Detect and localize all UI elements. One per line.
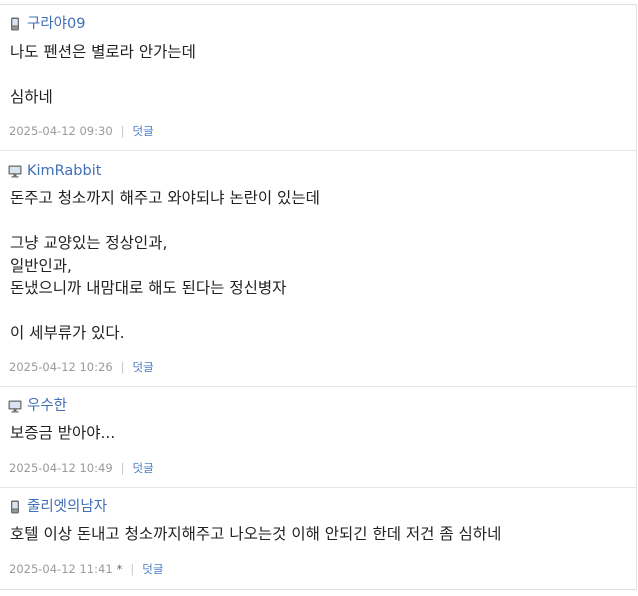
reply-link[interactable]: 덧글 — [142, 561, 163, 577]
meta-separator: | — [120, 360, 125, 374]
comment-meta: 2025-04-12 11:41 * | 덧글 — [9, 561, 163, 577]
comment-line: 호텔 이상 돈내고 청소까지해주고 나오는것 이해 안되긴 한데 저건 좀 심하… — [10, 525, 502, 543]
comment-timestamp: 2025-04-12 11:41 — [9, 562, 113, 576]
meta-separator: | — [120, 461, 125, 475]
edited-mark: * — [116, 562, 123, 576]
monitor-icon — [8, 164, 22, 178]
meta-separator: | — [130, 562, 135, 576]
comment-author[interactable]: 우수한 — [27, 396, 67, 416]
comment-author[interactable]: 구라야09 — [27, 14, 85, 34]
comment-line — [10, 64, 196, 87]
comment-item: 구라야09 나도 펜션은 별로라 안가는데 심하네 2025-04-12 09:… — [0, 5, 637, 151]
comment-timestamp: 2025-04-12 09:30 — [9, 124, 113, 138]
meta-separator: | — [120, 124, 125, 138]
comment-line: 일반인과, — [10, 256, 72, 275]
comment-body: 호텔 이상 돈내고 청소까지해주고 나오는것 이해 안되긴 한데 저건 좀 심하… — [10, 523, 501, 546]
comment-body: 돈주고 청소까지 해주고 와야되냐 논란이 있는데 그냥 교양있는 정상인과, … — [10, 187, 320, 345]
reply-link[interactable]: 덧글 — [133, 460, 154, 476]
comment-line: 나도 펜션은 별로라 안가는데 — [10, 43, 196, 61]
comment-meta: 2025-04-12 10:26 | 덧글 — [9, 359, 154, 375]
comment-timestamp: 2025-04-12 10:49 — [9, 461, 113, 475]
comment-meta: 2025-04-12 10:49 | 덧글 — [9, 460, 154, 476]
reply-link[interactable]: 덧글 — [133, 123, 154, 139]
mobile-icon — [8, 17, 22, 31]
comment-line: 이 세부류가 있다. — [10, 324, 125, 342]
comment-author[interactable]: 줄리엣의남자 — [27, 497, 107, 517]
comment-line: 돈냈으니까 내맘대로 해도 된다는 정신병자 — [10, 279, 287, 297]
comment-line: 그냥 교양있는 정상인과, — [10, 234, 168, 252]
comment-header: 구라야09 — [8, 14, 85, 34]
comment-line: 심하네 — [10, 88, 53, 106]
comment-body: 나도 펜션은 별로라 안가는데 심하네 — [10, 41, 196, 109]
reply-link[interactable]: 덧글 — [133, 359, 154, 375]
comment-body: 보증금 받아야... — [10, 422, 115, 445]
comment-header: 우수한 — [8, 396, 67, 416]
comment-item: KimRabbit 돈주고 청소까지 해주고 와야되냐 논란이 있는데 그냥 교… — [0, 151, 637, 387]
comment-header: KimRabbit — [8, 161, 101, 181]
monitor-icon — [8, 399, 22, 413]
comment-timestamp: 2025-04-12 10:26 — [9, 360, 113, 374]
comment-line: 보증금 받아야... — [10, 424, 116, 442]
comment-line — [10, 300, 320, 323]
comment-item: 우수한 보증금 받아야... 2025-04-12 10:49 | 덧글 — [0, 387, 637, 488]
comment-meta: 2025-04-12 09:30 | 덧글 — [9, 123, 154, 139]
comment-author[interactable]: KimRabbit — [27, 161, 101, 181]
comment-line — [10, 210, 320, 233]
comment-item: 줄리엣의남자 호텔 이상 돈내고 청소까지해주고 나오는것 이해 안되긴 한데 … — [0, 488, 637, 590]
mobile-icon — [8, 500, 22, 514]
comment-header: 줄리엣의남자 — [8, 497, 107, 517]
comment-line: 돈주고 청소까지 해주고 와야되냐 논란이 있는데 — [10, 189, 320, 207]
